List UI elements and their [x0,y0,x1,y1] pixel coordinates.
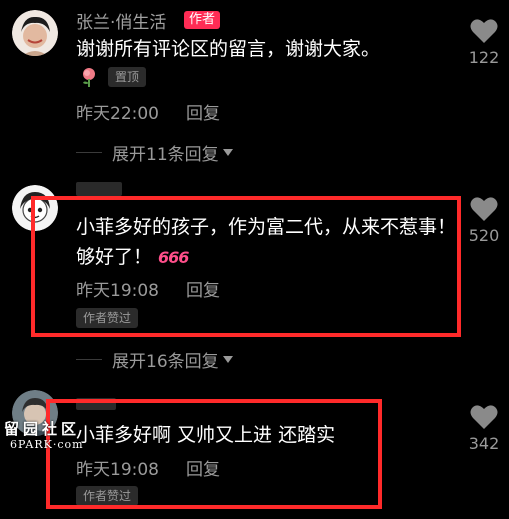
like-count: 520 [468,226,500,245]
like-button[interactable]: 520 [459,196,509,245]
reply-button[interactable]: 回复 [186,99,220,124]
like-button[interactable]: 342 [459,404,509,453]
emoji-666: 666 [158,248,189,267]
watermark-url: 6PARK·com [10,438,84,451]
comment-time: 昨天22:00 [76,104,159,124]
heart-icon [470,405,498,429]
expand-replies-button[interactable]: 展开11条回复 [76,140,233,165]
expand-replies-label: 展开16条回复 [112,352,219,372]
comment-text: 小菲多好的孩子，作为富二代，从来不惹事！够好了！ 666 [76,212,456,273]
reply-button[interactable]: 回复 [186,455,220,480]
like-button[interactable]: 122 [459,18,509,67]
avatar[interactable] [12,185,58,231]
comment-text: 小菲多好啊 又帅又上进 还踏实 [76,424,336,446]
watermark-text: 留园社区 [4,420,81,438]
username[interactable]: 张兰·俏生活 [76,8,166,33]
comment-time: 昨天19:08 [76,460,159,480]
author-liked-badge: 作者赞过 [76,486,139,506]
comment-body: 小菲多好的孩子，作为富二代，从来不惹事！够好了！ [76,216,457,268]
expand-replies-label: 展开11条回复 [112,145,219,165]
pinned-badge: 置顶 [108,67,147,87]
comment-list: 张兰·俏生活 作者 谢谢所有评论区的留言，谢谢大家。 置顶 昨天22:00 回复… [0,0,509,519]
expand-replies-button[interactable]: 展开16条回复 [76,347,233,372]
obscured-username [76,182,122,196]
expand-triangle-icon [222,356,233,363]
avatar[interactable] [12,10,58,56]
obscured-username [76,398,116,410]
heart-icon [470,19,498,43]
expand-triangle-icon [222,149,233,156]
divider [76,359,102,360]
comment-text: 谢谢所有评论区的留言，谢谢大家。 [76,38,381,60]
author-badge: 作者 [184,11,221,29]
author-liked-badge: 作者赞过 [76,308,139,328]
rose-emoji [83,68,95,87]
comment-time: 昨天19:08 [76,281,159,301]
reply-button[interactable]: 回复 [186,276,220,301]
like-count: 122 [468,48,500,67]
divider [76,152,102,153]
like-count: 342 [468,434,500,453]
heart-icon [470,197,498,221]
